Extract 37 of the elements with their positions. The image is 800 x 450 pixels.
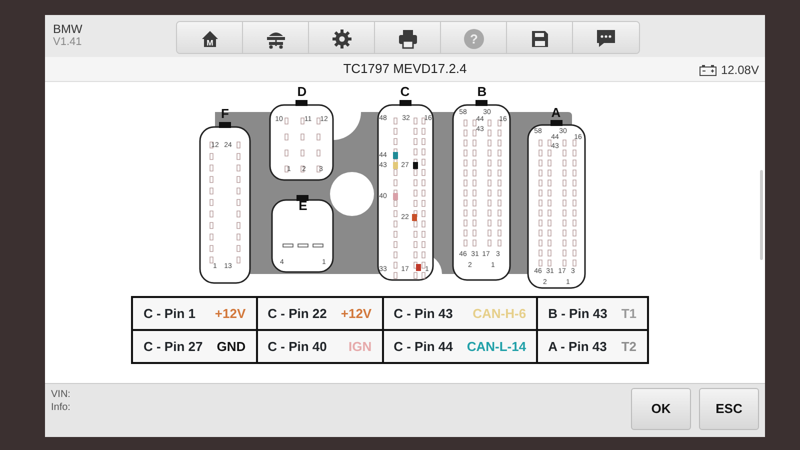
pin-name: C - Pin 43 (394, 304, 453, 323)
pin-name: C - Pin 40 (268, 338, 327, 356)
pin-name: B - Pin 43 (548, 304, 608, 323)
lift-button[interactable] (243, 22, 310, 53)
dialog-button[interactable]: OK (631, 388, 691, 430)
signal-name: CAN-H-6 (472, 304, 526, 323)
signal-name: +12V (214, 304, 246, 323)
info-label: Info: (51, 401, 72, 414)
signal-name: T1 (621, 304, 637, 323)
signal-name: IGN (348, 338, 372, 356)
pin-name: C - Pin 44 (394, 338, 453, 356)
signal-name: CAN-L-14 (466, 338, 526, 356)
ecu-title: TC1797 MEVD17.2.4 (343, 60, 467, 78)
signal-name: T2 (621, 338, 637, 356)
connector-label: E (298, 198, 308, 213)
pin-name: A - Pin 43 (548, 338, 607, 356)
connector-label: D (297, 84, 307, 99)
battery-voltage: 12.08V (720, 62, 759, 79)
mounting-hole (330, 172, 374, 216)
vin-label: VIN: (51, 388, 72, 401)
version-label: V1.41 (53, 36, 82, 49)
settings-button[interactable] (309, 22, 376, 53)
pin-name: C - Pin 22 (268, 304, 327, 323)
save-button[interactable] (507, 22, 574, 53)
dialog-button[interactable]: ESC (699, 388, 759, 430)
pin-name: C - Pin 1 (143, 304, 196, 323)
pin-name: C - Pin 27 (143, 338, 203, 356)
signal-name: +12V (340, 304, 372, 323)
help-icon: ? (462, 28, 485, 50)
home-button[interactable]: M (177, 22, 244, 53)
print-button[interactable] (375, 22, 442, 53)
connector-label: B (477, 84, 487, 99)
chat-button[interactable] (573, 22, 640, 53)
connector-label: C (400, 84, 410, 99)
signal-name: GND (216, 338, 246, 356)
vehicle-make: BMW (53, 23, 82, 36)
battery-icon (698, 64, 717, 76)
